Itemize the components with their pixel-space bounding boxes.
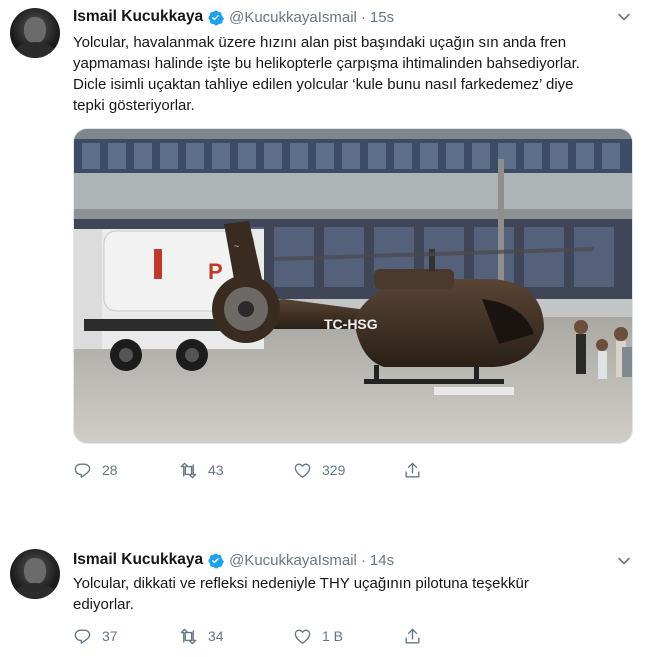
like-button[interactable]: 1 B [293,627,403,646]
avatar[interactable] [10,8,60,58]
tweet[interactable]: Ismail Kucukkaya @KucukkayaIsmail · 14s … [0,540,659,657]
tweet-media-photo[interactable]: P ~ TC-HSG [73,128,633,444]
tweet-text-line: ediyorlar. [73,596,134,613]
tweet-text: Yolcular, havalanmak üzere hızını alan p… [73,32,633,116]
tweet-text-line: tepki gösteriyorlar. [73,97,195,114]
timestamp[interactable]: 15s [370,9,394,26]
svg-text:~: ~ [234,241,239,251]
like-count: 329 [322,462,346,478]
share-button[interactable] [403,461,432,480]
tweet-text-line: Yolcular, havalanmak üzere hızını alan p… [73,34,567,51]
share-icon [405,628,420,644]
tweet-header: Ismail Kucukkaya @KucukkayaIsmail · 15s [73,7,394,27]
reply-icon [74,462,91,478]
chevron-down-icon[interactable] [617,10,631,24]
separator-dot: · [360,8,366,26]
author-handle[interactable]: @KucukkayaIsmail [229,552,357,569]
heart-icon [294,628,311,644]
retweet-button[interactable]: 43 [179,461,293,480]
tweet-text-line: yapmaması halinde işte bu helikopterle ç… [73,55,580,72]
tweet[interactable]: Ismail Kucukkaya @KucukkayaIsmail · 15s … [0,0,659,510]
share-button[interactable] [403,627,432,646]
reply-count: 28 [102,462,118,478]
retweet-count: 34 [208,628,224,644]
timestamp[interactable]: 14s [370,552,394,569]
retweet-count: 43 [208,462,224,478]
author-name[interactable]: Ismail Kucukkaya [73,551,203,569]
tweet-actions: 28 43 329 [73,458,432,482]
heart-icon [294,462,311,478]
reply-button[interactable]: 37 [73,627,179,646]
retweet-button[interactable]: 34 [179,627,293,646]
avatar[interactable] [10,549,60,599]
like-button[interactable]: 329 [293,461,403,480]
tweet-text-line: Yolcular, dikkati ve refleksi nedeniyle … [73,575,529,592]
author-name[interactable]: Ismail Kucukkaya [73,8,203,26]
separator-dot: · [360,551,366,569]
like-count: 1 B [322,628,344,644]
helicopter-registration: TC-HSG [324,316,378,332]
helicopter-photo: P ~ TC-HSG [74,129,632,443]
tweet-text: Yolcular, dikkati ve refleksi nedeniyle … [73,573,633,615]
truck-sign: P [208,259,223,284]
tweet-text-line: Dicle isimli uçaktan tahliye edilen yolc… [73,76,574,93]
tweet-actions: 37 34 1 B [73,624,432,648]
reply-icon [74,628,91,644]
chevron-down-icon[interactable] [617,554,631,568]
reply-button[interactable]: 28 [73,461,179,480]
share-icon [405,462,420,478]
tweet-header: Ismail Kucukkaya @KucukkayaIsmail · 14s [73,550,394,570]
author-handle[interactable]: @KucukkayaIsmail [229,9,357,26]
retweet-icon [180,462,197,478]
reply-count: 37 [102,628,118,644]
retweet-icon [180,628,197,644]
verified-badge-icon [208,553,225,568]
verified-badge-icon [208,10,225,25]
